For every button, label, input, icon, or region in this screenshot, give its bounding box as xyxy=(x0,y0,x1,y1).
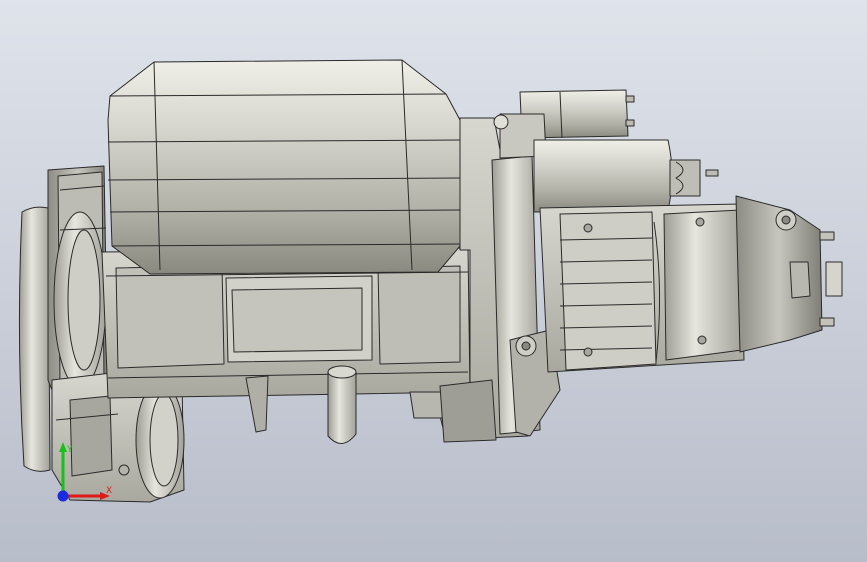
solenoid[interactable] xyxy=(533,139,719,213)
y-axis-arrowhead xyxy=(59,442,67,452)
cad-viewport[interactable]: Y X xyxy=(0,0,867,562)
coordinate-triad: Y X xyxy=(57,442,112,502)
main-cylinder-tank[interactable] xyxy=(107,59,461,275)
y-axis-label: Y xyxy=(66,445,73,455)
z-axis-origin xyxy=(57,490,69,502)
engine-assembly-model[interactable] xyxy=(0,0,867,562)
finned-pump-section[interactable] xyxy=(539,203,745,373)
x-axis-label: X xyxy=(106,486,112,496)
drain-pipe[interactable] xyxy=(327,365,357,444)
end-cap[interactable] xyxy=(735,195,843,353)
lower-housing[interactable] xyxy=(439,379,497,443)
